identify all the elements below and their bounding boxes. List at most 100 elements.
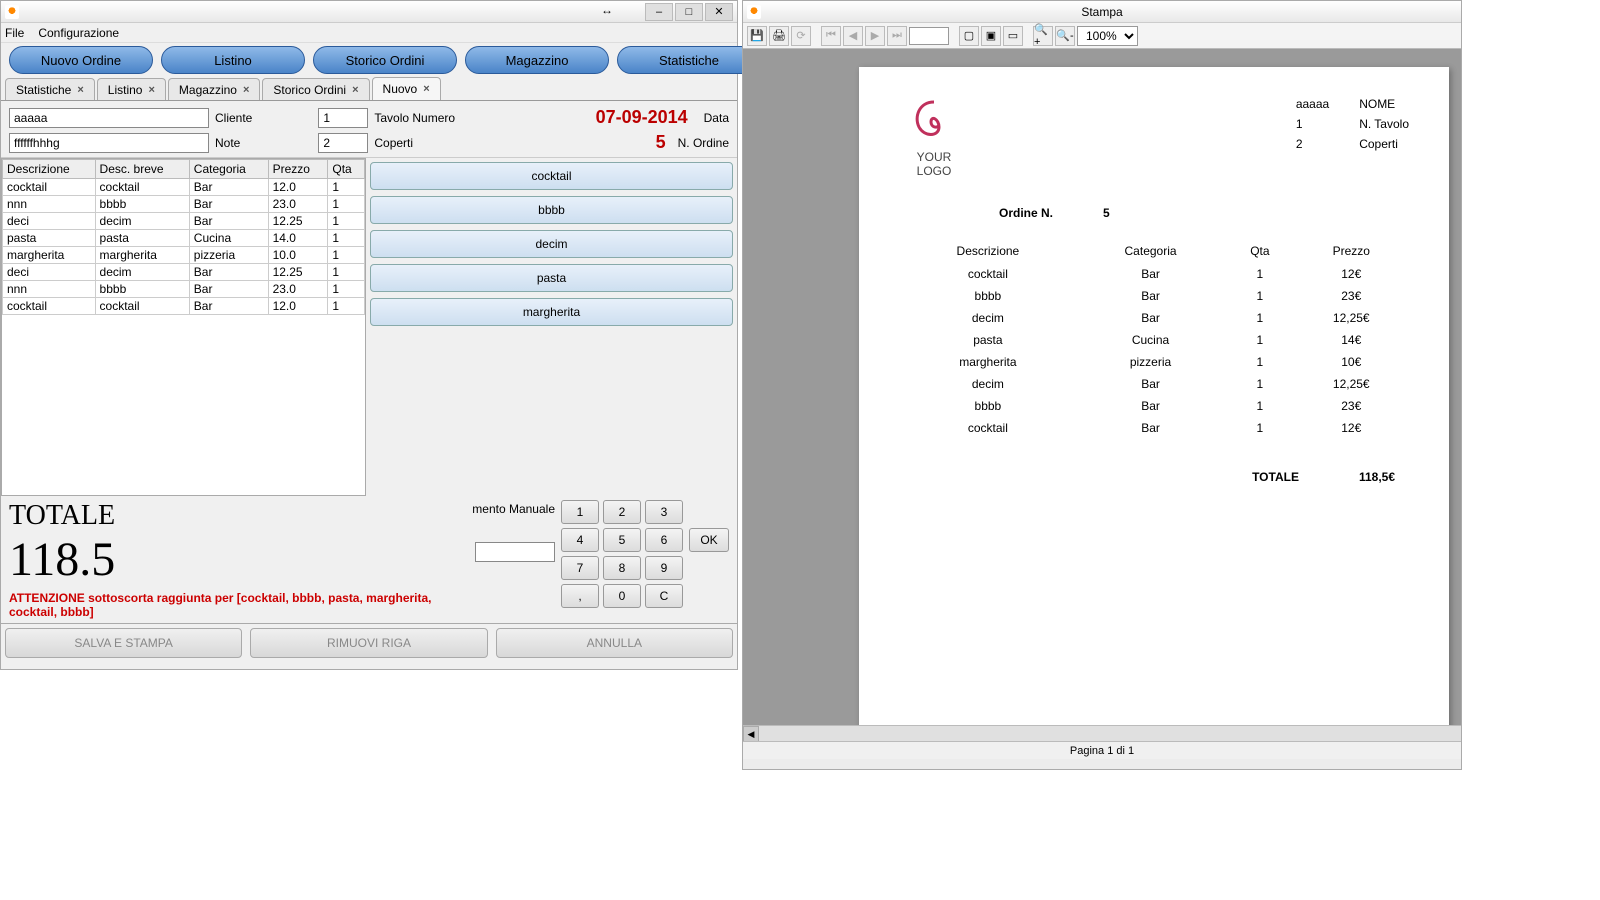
last-page-icon[interactable]: ⏭ — [887, 26, 907, 46]
manual-amount-input[interactable] — [475, 542, 555, 562]
statistiche-button[interactable]: Statistiche — [617, 46, 761, 74]
close-icon[interactable]: × — [77, 84, 83, 96]
coperti-input[interactable] — [318, 133, 368, 153]
minimize-button[interactable]: – — [645, 3, 673, 21]
save-icon[interactable]: 💾 — [747, 26, 767, 46]
maximize-button[interactable]: □ — [675, 3, 703, 21]
cell-breve[interactable]: decim — [95, 213, 189, 230]
cell-prezzo[interactable]: 12.0 — [268, 179, 328, 196]
storico-button[interactable]: Storico Ordini — [313, 46, 457, 74]
cell-qta[interactable]: 1 — [328, 281, 365, 298]
tab-statistiche[interactable]: Statistiche× — [5, 78, 95, 100]
cell-breve[interactable]: cocktail — [95, 298, 189, 315]
key-5[interactable]: 5 — [603, 528, 641, 552]
close-icon[interactable]: × — [423, 83, 429, 95]
menu-file[interactable]: File — [5, 26, 24, 40]
cell-desc[interactable]: margherita — [3, 247, 96, 264]
cell-qta[interactable]: 1 — [328, 179, 365, 196]
listino-button[interactable]: Listino — [161, 46, 305, 74]
table-row[interactable]: pastapastaCucina14.01 — [3, 230, 365, 247]
close-icon[interactable]: × — [243, 84, 249, 96]
cell-breve[interactable]: bbbb — [95, 196, 189, 213]
order-table[interactable]: Descrizione Desc. breve Categoria Prezzo… — [1, 158, 366, 496]
table-row[interactable]: decidecimBar12.251 — [3, 213, 365, 230]
rimuovi-riga-button[interactable]: RIMUOVI RIGA — [250, 628, 487, 658]
col-desc[interactable]: Descrizione — [3, 160, 96, 179]
zoom-out-icon[interactable]: 🔍- — [1055, 26, 1075, 46]
zoom-in-icon[interactable]: 🔍+ — [1033, 26, 1053, 46]
salva-stampa-button[interactable]: SALVA E STAMPA — [5, 628, 242, 658]
cell-qta[interactable]: 1 — [328, 298, 365, 315]
col-cat[interactable]: Categoria — [189, 160, 268, 179]
item-button-bbbb[interactable]: bbbb — [370, 196, 733, 224]
table-row[interactable]: cocktailcocktailBar12.01 — [3, 298, 365, 315]
cell-prezzo[interactable]: 14.0 — [268, 230, 328, 247]
horizontal-scrollbar[interactable]: ◀ — [743, 725, 1461, 741]
page-number-input[interactable] — [909, 27, 949, 45]
print-canvas[interactable]: YOUR LOGO aaaaa NOME 1 N. Tavolo 2 Coper… — [743, 49, 1461, 737]
cell-prezzo[interactable]: 12.25 — [268, 264, 328, 281]
table-row[interactable]: cocktailcocktailBar12.01 — [3, 179, 365, 196]
nuovo-ordine-button[interactable]: Nuovo Ordine — [9, 46, 153, 74]
key-6[interactable]: 6 — [645, 528, 683, 552]
tab-storico-ordini[interactable]: Storico Ordini× — [262, 78, 369, 100]
cell-prezzo[interactable]: 12.25 — [268, 213, 328, 230]
key-8[interactable]: 8 — [603, 556, 641, 580]
cell-breve[interactable]: pasta — [95, 230, 189, 247]
cell-desc[interactable]: pasta — [3, 230, 96, 247]
cell-breve[interactable]: cocktail — [95, 179, 189, 196]
menu-config[interactable]: Configurazione — [38, 26, 119, 40]
note-input[interactable] — [9, 133, 209, 153]
cell-prezzo[interactable]: 10.0 — [268, 247, 328, 264]
key-clear[interactable]: C — [645, 584, 683, 608]
close-icon[interactable]: × — [352, 84, 358, 96]
item-button-decim[interactable]: decim — [370, 230, 733, 258]
refresh-icon[interactable]: ⟳ — [791, 26, 811, 46]
cell-desc[interactable]: deci — [3, 213, 96, 230]
key-4[interactable]: 4 — [561, 528, 599, 552]
key-ok[interactable]: OK — [689, 528, 729, 552]
cell-cat[interactable]: Bar — [189, 281, 268, 298]
fit-page-icon[interactable]: ▣ — [981, 26, 1001, 46]
tab-nuovo[interactable]: Nuovo× — [372, 77, 441, 100]
cell-qta[interactable]: 1 — [328, 264, 365, 281]
cell-desc[interactable]: deci — [3, 264, 96, 281]
key-9[interactable]: 9 — [645, 556, 683, 580]
cell-desc[interactable]: cocktail — [3, 298, 96, 315]
col-qta[interactable]: Qta — [328, 160, 365, 179]
zoom-select[interactable]: 100% — [1077, 26, 1138, 46]
first-page-icon[interactable]: ⏮ — [821, 26, 841, 46]
cell-desc[interactable]: cocktail — [3, 179, 96, 196]
cell-breve[interactable]: bbbb — [95, 281, 189, 298]
cell-cat[interactable]: Bar — [189, 213, 268, 230]
tab-magazzino[interactable]: Magazzino× — [168, 78, 260, 100]
cliente-input[interactable] — [9, 108, 209, 128]
cell-qta[interactable]: 1 — [328, 213, 365, 230]
scroll-left-icon[interactable]: ◀ — [743, 726, 759, 742]
cell-cat[interactable]: Bar — [189, 179, 268, 196]
cell-qta[interactable]: 1 — [328, 247, 365, 264]
actual-size-icon[interactable]: ▢ — [959, 26, 979, 46]
cell-breve[interactable]: decim — [95, 264, 189, 281]
col-breve[interactable]: Desc. breve — [95, 160, 189, 179]
key-1[interactable]: 1 — [561, 500, 599, 524]
cell-cat[interactable]: Bar — [189, 264, 268, 281]
magazzino-button[interactable]: Magazzino — [465, 46, 609, 74]
table-row[interactable]: decidecimBar12.251 — [3, 264, 365, 281]
next-page-icon[interactable]: ▶ — [865, 26, 885, 46]
prev-page-icon[interactable]: ◀ — [843, 26, 863, 46]
cell-qta[interactable]: 1 — [328, 196, 365, 213]
close-icon[interactable]: × — [148, 84, 154, 96]
cell-prezzo[interactable]: 23.0 — [268, 281, 328, 298]
tab-listino[interactable]: Listino× — [97, 78, 166, 100]
cell-cat[interactable]: pizzeria — [189, 247, 268, 264]
annulla-button[interactable]: ANNULLA — [496, 628, 733, 658]
fit-width-icon[interactable]: ▭ — [1003, 26, 1023, 46]
key-comma[interactable]: , — [561, 584, 599, 608]
tavolo-input[interactable] — [318, 108, 368, 128]
cell-desc[interactable]: nnn — [3, 196, 96, 213]
print-icon[interactable]: 🖨 — [769, 26, 789, 46]
cell-cat[interactable]: Cucina — [189, 230, 268, 247]
close-button[interactable]: ✕ — [705, 3, 733, 21]
cell-desc[interactable]: nnn — [3, 281, 96, 298]
